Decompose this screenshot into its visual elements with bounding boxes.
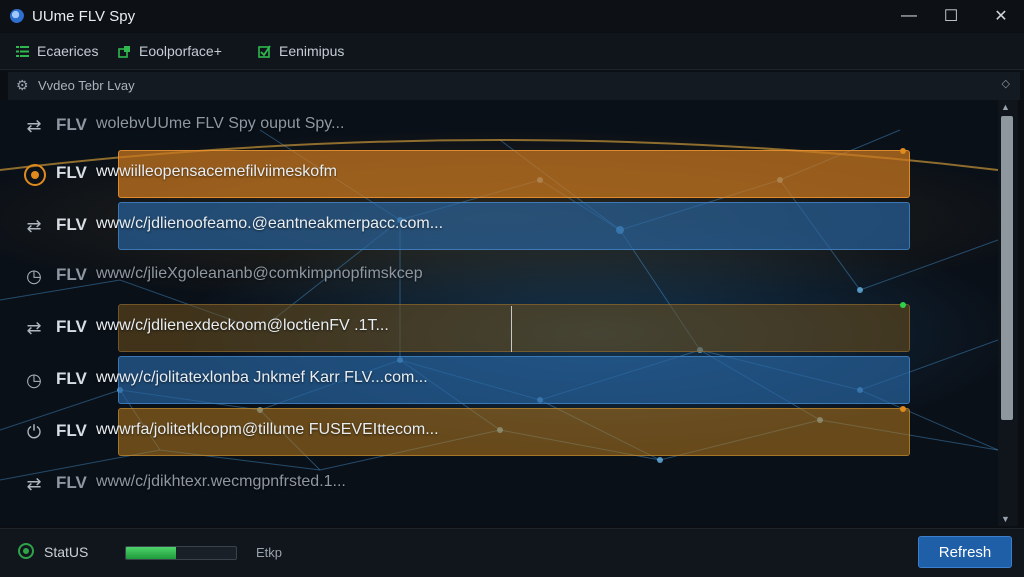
list-item[interactable]: ⇄ FLV www/c/jdikhtexr.wecmgpnfrsted.1...	[0, 458, 998, 510]
minimize-button[interactable]: —	[886, 0, 932, 32]
item-type: FLV	[56, 265, 87, 284]
status-label: StatUS	[44, 544, 89, 560]
menu-item-ecaerices[interactable]: Ecaerices	[16, 41, 98, 61]
item-url: www/c/jlieXgoleananb@comkimpnopfimskcep	[96, 265, 423, 282]
item-url: wolebvUUme FLV Spy ouput Spy...	[96, 115, 345, 132]
scroll-up-icon[interactable]: ▲	[1001, 102, 1010, 112]
menu-label: Ecaerices	[37, 43, 99, 59]
item-url: www/c/jdikhtexr.wecmgpnfrsted.1...	[96, 473, 346, 490]
menu-item-eoolporface[interactable]: Eoolporface+	[118, 41, 222, 61]
refresh-button[interactable]: Refresh	[918, 536, 1012, 568]
menu-label: Eoolporface+	[139, 43, 222, 59]
status-text: Etkp	[256, 545, 283, 560]
arrows-icon: ⇄	[26, 473, 42, 494]
item-url: www/c/jdlienexdeckoom@loctienFV .1T...	[96, 317, 389, 334]
item-url: wwwiilleopensacemefilviimeskofm	[96, 163, 337, 180]
text-cursor	[511, 306, 512, 352]
capture-list[interactable]: ⇄ FLV wolebvUUme FLV Spy ouput Spy... FL…	[0, 100, 998, 526]
item-type: FLV	[56, 369, 87, 388]
item-url: www/c/jdlienoofeamo.@eantneakmerpacc.com…	[96, 215, 444, 232]
window-title: UUme FLV Spy	[32, 8, 136, 25]
close-button[interactable]: ✕	[978, 0, 1024, 32]
list-item[interactable]: ◷ FLV www/c/jlieXgoleananb@comkimpnopfim…	[0, 250, 998, 302]
item-type: FLV	[56, 215, 87, 234]
arrows-icon: ⇄	[26, 115, 42, 136]
list-item[interactable]: FLV wwwiilleopensacemefilviimeskofm	[0, 148, 998, 200]
scroll-thumb[interactable]	[1001, 116, 1013, 420]
item-type: FLV	[56, 421, 87, 440]
ring-icon	[24, 164, 46, 186]
vertical-scrollbar[interactable]: ▲ ▼	[998, 100, 1018, 526]
checkbox-icon	[258, 45, 271, 58]
list-item[interactable]: ⇄ FLV wolebvUUme FLV Spy ouput Spy...	[0, 100, 998, 152]
status-dot	[900, 406, 906, 412]
item-url: wwwrfa/jolitetklcopm@tillume FUSEVEIttec…	[96, 421, 439, 438]
list-item[interactable]: ⇄ FLV www/c/jdlienoofeamo.@eantneakmerpa…	[0, 200, 998, 252]
power-icon: ⏻	[26, 421, 42, 442]
list-icon	[16, 45, 29, 57]
item-type: FLV	[56, 317, 87, 336]
arrows-icon: ⇄	[26, 317, 42, 338]
item-type: FLV	[56, 163, 87, 182]
progress-bar	[125, 546, 237, 560]
status-dot	[900, 302, 906, 308]
menu-item-eenimipus[interactable]: Eenimipus	[258, 41, 344, 61]
list-item[interactable]: ⇄ FLV www/c/jdlienexdeckoom@loctienFV .1…	[0, 302, 998, 354]
app-logo-icon	[10, 9, 24, 23]
status-dot	[900, 148, 906, 154]
clock-icon: ◷	[26, 369, 42, 390]
title-bar: UUme FLV Spy — ☐ ✕	[0, 0, 1024, 32]
menu-label: Eenimipus	[279, 43, 345, 59]
gear-icon[interactable]: ⚙	[16, 77, 29, 94]
arrows-icon: ⇄	[26, 215, 42, 236]
item-type: FLV	[56, 473, 87, 492]
clock-icon: ◷	[26, 265, 42, 286]
scroll-down-icon[interactable]: ▼	[1001, 514, 1010, 524]
filter-bar[interactable]: ⚙ Vvdeo Tebr Lvay ◇	[8, 72, 1020, 100]
expand-icon[interactable]: ◇	[1002, 77, 1010, 90]
menu-bar: Ecaerices Eoolporface+ Eenimipus	[0, 33, 1024, 70]
progress-fill	[126, 547, 176, 559]
item-type: FLV	[56, 115, 87, 134]
filter-label: Vvdeo Tebr Lvay	[38, 78, 135, 93]
item-url: wwwy/c/jolitatexlonba Jnkmef Karr FLV...…	[96, 369, 428, 386]
status-icon	[18, 543, 34, 559]
status-bar: StatUS Etkp Refresh	[0, 528, 1024, 577]
list-item[interactable]: ◷ FLV wwwy/c/jolitatexlonba Jnkmef Karr …	[0, 354, 998, 406]
maximize-button[interactable]: ☐	[928, 0, 974, 32]
list-item[interactable]: ⏻ FLV wwwrfa/jolitetklcopm@tillume FUSEV…	[0, 406, 998, 458]
puzzle-icon	[118, 45, 130, 58]
